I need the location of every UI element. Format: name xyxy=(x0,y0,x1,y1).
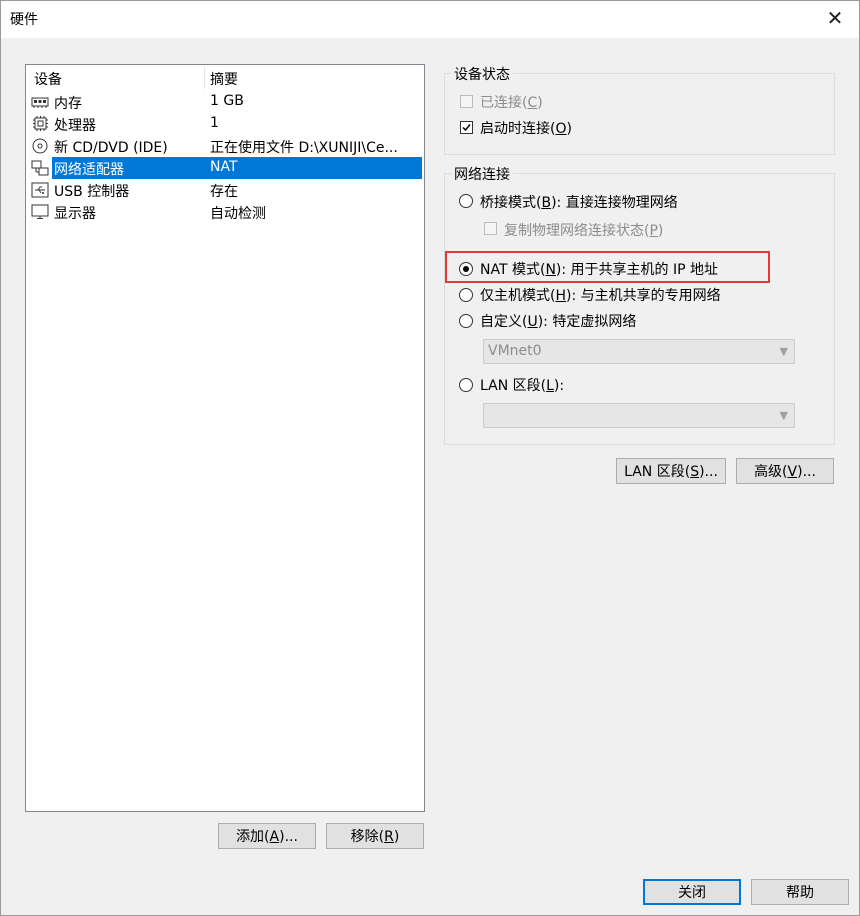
lan-segment-label: LAN 区段(L): xyxy=(480,378,565,394)
memory-icon xyxy=(31,94,49,110)
add-button-label: 添加( xyxy=(236,829,270,845)
chevron-down-icon: ▼ xyxy=(779,345,788,358)
usb-icon xyxy=(31,182,49,198)
remove-button-label: 移除( xyxy=(350,829,385,845)
device-row-processor[interactable]: 处理器 1 xyxy=(26,113,422,135)
device-row-network-adapter[interactable]: 网络适配器 NAT xyxy=(26,157,422,179)
lan-segment-radio[interactable] xyxy=(459,378,473,392)
remove-button-tail: ) xyxy=(393,829,400,845)
device-name: 网络适配器 xyxy=(54,162,124,178)
network-adapter-icon xyxy=(31,160,49,176)
device-list-header: 设备 摘要 xyxy=(26,65,424,91)
close-button[interactable]: 关闭 xyxy=(643,879,741,905)
device-summary: 存在 xyxy=(210,184,238,200)
device-status-group: 设备状态 xyxy=(444,64,835,155)
lan-segment-dropdown[interactable]: ▼ xyxy=(483,403,795,428)
checkmark-icon xyxy=(462,124,471,132)
custom-label: 自定义(U): 特定虚拟网络 xyxy=(480,314,637,330)
device-name: 显示器 xyxy=(54,206,96,222)
network-connection-legend: 网络连接 xyxy=(451,164,513,184)
custom-radio[interactable] xyxy=(459,314,473,328)
add-button-accesskey: A xyxy=(269,829,280,845)
device-row-display[interactable]: 显示器 自动检测 xyxy=(26,201,422,223)
device-row-memory[interactable]: 内存 1 GB xyxy=(26,91,422,113)
connected-label: 已连接(C) xyxy=(480,95,543,111)
remove-button-accesskey: R xyxy=(384,829,394,845)
column-header-device[interactable]: 设备 xyxy=(34,69,62,89)
window-title: 硬件 xyxy=(10,12,38,28)
custom-network-dropdown[interactable]: VMnet0 ▼ xyxy=(483,339,795,364)
device-summary: 正在使用文件 D:\XUNIJI\Ce... xyxy=(210,140,398,156)
device-status-legend: 设备状态 xyxy=(451,64,513,84)
device-summary: 1 xyxy=(210,115,219,131)
device-list[interactable]: 设备 摘要 内存 1 GB 处理器 1 新 CD/DVD (IDE) 正在使用文… xyxy=(25,64,425,812)
bridged-radio[interactable] xyxy=(459,194,473,208)
device-name: 处理器 xyxy=(54,118,96,134)
advanced-button-tail: )... xyxy=(797,464,816,480)
lan-segments-button[interactable]: LAN 区段(S)... xyxy=(616,458,726,484)
processor-icon xyxy=(31,116,49,132)
device-row-usb[interactable]: USB 控制器 存在 xyxy=(26,179,422,201)
device-name: 新 CD/DVD (IDE) xyxy=(54,140,168,156)
lan-segments-accesskey: S xyxy=(690,464,700,480)
help-button[interactable]: 帮助 xyxy=(751,879,849,905)
column-divider[interactable] xyxy=(204,67,205,89)
device-summary: 自动检测 xyxy=(210,206,266,222)
chevron-down-icon: ▼ xyxy=(779,409,788,422)
device-name: USB 控制器 xyxy=(54,184,130,200)
custom-network-value: VMnet0 xyxy=(488,343,542,359)
close-icon[interactable]: ✕ xyxy=(824,7,846,29)
title-bar: 硬件 ✕ xyxy=(0,0,860,38)
lan-segments-button-label: LAN 区段( xyxy=(624,464,691,480)
display-icon xyxy=(31,204,49,220)
connect-at-power-on-label: 启动时连接(O) xyxy=(480,121,572,137)
replicate-state-label: 复制物理网络连接状态(P) xyxy=(504,223,664,239)
advanced-accesskey: V xyxy=(787,464,798,480)
add-button[interactable]: 添加(A)... xyxy=(218,823,316,849)
host-only-radio[interactable] xyxy=(459,288,473,302)
device-row-cd-dvd[interactable]: 新 CD/DVD (IDE) 正在使用文件 D:\XUNIJI\Ce... xyxy=(26,135,422,157)
column-header-summary[interactable]: 摘要 xyxy=(210,69,238,89)
add-button-tail: )... xyxy=(279,829,298,845)
nat-highlight-box xyxy=(445,251,770,283)
advanced-button[interactable]: 高级(V)... xyxy=(736,458,834,484)
advanced-button-label: 高级( xyxy=(754,464,788,480)
bridged-label: 桥接模式(B): 直接连接物理网络 xyxy=(480,195,678,211)
cd-dvd-icon xyxy=(31,138,49,154)
host-only-label: 仅主机模式(H): 与主机共享的专用网络 xyxy=(480,288,721,304)
device-summary: 1 GB xyxy=(210,93,244,109)
connected-checkbox[interactable] xyxy=(460,95,473,108)
device-summary: NAT xyxy=(210,159,238,175)
lan-segments-button-tail: )... xyxy=(699,464,718,480)
replicate-state-checkbox[interactable] xyxy=(484,222,497,235)
connect-at-power-on-checkbox[interactable] xyxy=(460,121,473,134)
device-name: 内存 xyxy=(54,96,82,112)
remove-button[interactable]: 移除(R) xyxy=(326,823,424,849)
